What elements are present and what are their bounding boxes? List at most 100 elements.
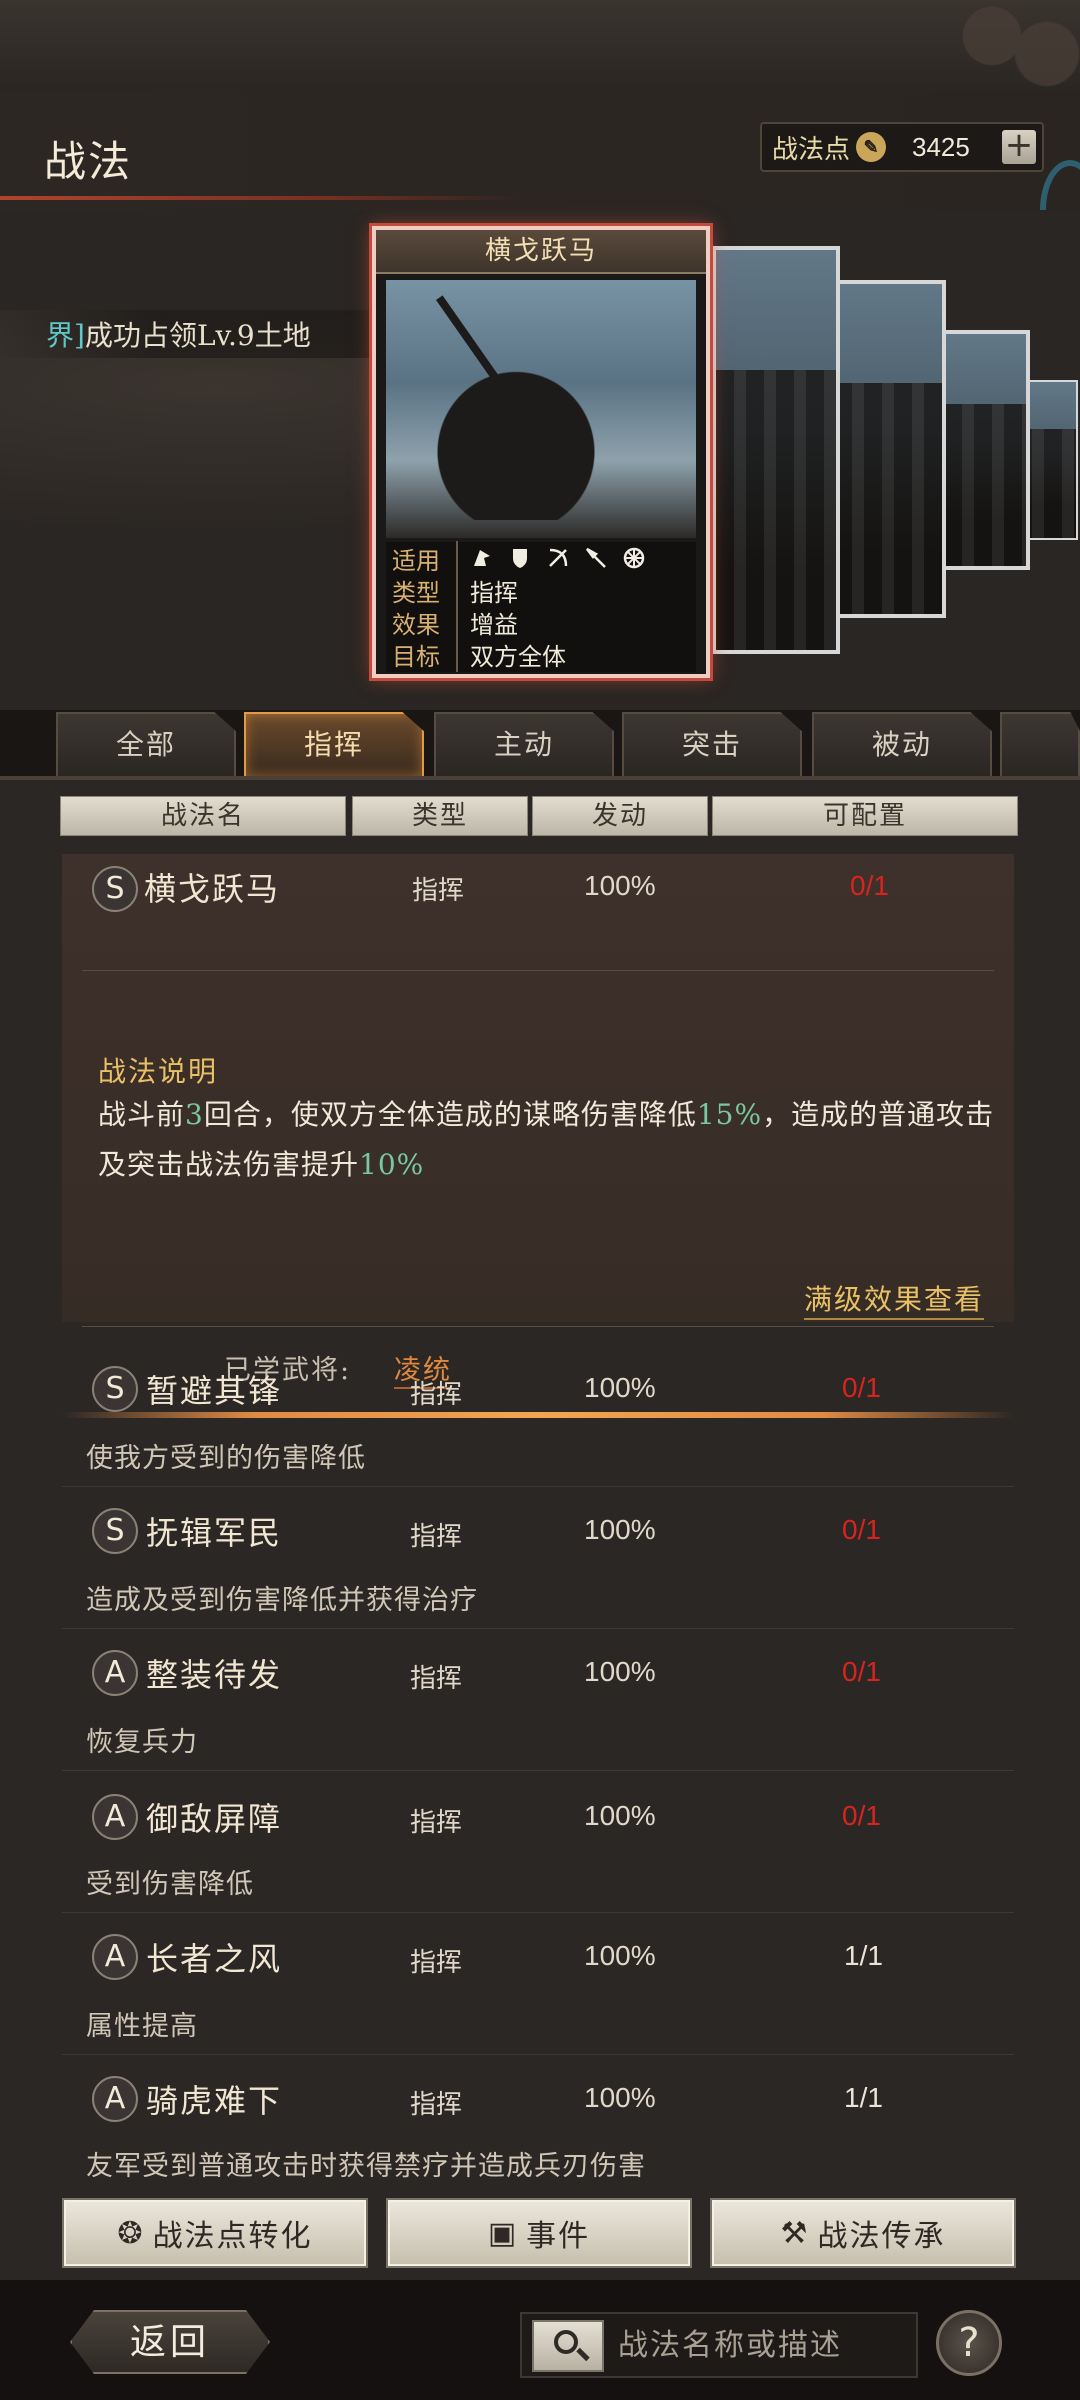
search-input[interactable] [618,2314,908,2376]
skill-type: 指挥 [410,1664,463,1694]
skill-rate: 100% [584,1656,656,1687]
skill-summary: 使我方受到的伤害降低 [86,1443,366,1474]
skill-name: 整装待发 [146,1656,283,1694]
skill-type: 指挥 [410,1948,463,1978]
search-box [520,2312,918,2378]
skill-type: 指挥 [410,1808,463,1838]
feather-coin-icon: ✎ [856,132,887,162]
skill-config: 0/1 [842,1372,881,1403]
skill-rate: 100% [584,2082,656,2113]
card-value: 指挥 [470,578,518,607]
spear-icon [586,547,606,568]
carousel-card[interactable] [712,246,840,654]
card-key: 目标 [386,636,458,672]
search-button[interactable] [532,2320,604,2372]
footer: 返回 ? [0,2280,1080,2400]
card-key: 适用 [386,540,458,576]
unit-icons [458,546,646,570]
tab-assault[interactable]: 突击 [622,712,802,776]
page-title: 战法 [44,137,133,186]
skill-rate: 100% [584,870,656,901]
selected-skill-card[interactable]: 横戈跃马 适用 类型 指挥 效果 增益 目标 双方全体 [372,226,710,678]
skill-config: 1/1 [844,2082,883,2113]
convert-points-button[interactable]: ❂ 战法点转化 [62,2198,368,2268]
card-row-applicable: 适用 [386,540,696,576]
card-row-effect: 效果 增益 [386,604,696,640]
tab-passive[interactable]: 被动 [812,712,992,776]
add-points-button[interactable]: + [1002,128,1036,164]
expanded-skill-row[interactable]: S 横戈跃马 指挥 100% 0/1 战法说明 战斗前3回合，使双方全体造成的谋… [62,854,1014,1418]
alert-icon: ▣ [487,2215,519,2251]
card-row-target: 目标 双方全体 [386,636,696,672]
skill-rate: 100% [584,1800,656,1831]
full-level-effect-link[interactable]: 满级效果查看 [803,1278,984,1320]
skill-summary: 属性提高 [86,2011,198,2042]
skill-config: 0/1 [842,1656,881,1687]
cavalry-icon [474,550,490,566]
card-key: 类型 [386,572,458,608]
title-underline [0,196,520,200]
column-header-name[interactable]: 战法名 [60,796,346,836]
card-value: 双方全体 [470,642,566,671]
points-label: 战法点 [772,134,851,165]
cloud-ornament [860,0,1080,90]
expanded-glow [62,1412,1014,1418]
ticker-prefix: 界] [46,319,85,352]
skill-type: 指挥 [412,876,465,906]
grade-badge: A [92,1794,138,1840]
back-button[interactable]: 返回 [70,2310,270,2374]
action-bar: ❂ 战法点转化 ▣ 事件 ⚒ 战法传承 [0,2190,1080,2280]
card-row-type: 类型 指挥 [386,572,696,608]
skill-summary: 友军受到普通攻击时获得禁疗并造成兵刃伤害 [86,2151,646,2182]
filter-tabs: 全部 指挥 主动 突击 被动 [0,712,1080,778]
description-text: 战斗前3回合，使双方全体造成的谋略伤害降低15%，造成的普通攻击及突击战法伤害提… [98,1098,995,1181]
bow-icon [549,548,568,567]
grade-badge: S [92,1366,138,1412]
skill-config: 0/1 [842,1514,881,1545]
card-illustration [386,280,696,538]
skill-list[interactable]: 战法名 类型 发动 可配置 S 横戈跃马 指挥 100% 0/1 战法说明 战斗… [0,780,1080,2190]
carousel-card[interactable] [830,280,946,618]
ticker-text: 界]成功占领Lv.9土地 [46,314,311,354]
flame-icon: ❂ [117,2215,145,2251]
header: 战法 战法点 ✎ 3425 + [0,90,1080,210]
card-title-bar: 横戈跃马 [376,230,706,274]
skill-name: 御敌屏障 [146,1800,283,1838]
skill-rate: 100% [584,1372,656,1403]
skill-type: 指挥 [410,1522,463,1552]
skill-name: 横戈跃马 [144,870,281,908]
tab-command[interactable]: 指挥 [244,712,424,776]
skill-summary: 恢复兵力 [86,1727,198,1758]
skill-config: 0/1 [842,1800,881,1831]
grade-badge: S [92,866,138,912]
card-key: 效果 [386,604,458,640]
skill-name: 抚辑军民 [146,1514,283,1552]
ticker-message: 成功占领Lv.9土地 [84,319,311,352]
tactic-points-box: 战法点 ✎ 3425 + [760,122,1044,172]
skill-config: 1/1 [844,1940,883,1971]
tab-all[interactable]: 全部 [56,712,236,776]
column-header-trigger[interactable]: 发动 [532,796,708,836]
top-banner [0,0,1080,90]
grade-badge: A [92,1934,138,1980]
description-title: 战法说明 [98,1055,219,1088]
carousel-card[interactable] [940,330,1030,570]
tab-more[interactable] [1000,712,1080,776]
column-header-type[interactable]: 类型 [352,796,528,836]
skill-type: 指挥 [410,1380,463,1410]
tab-active[interactable]: 主动 [434,712,614,776]
grade-badge: A [92,2076,138,2122]
skill-type: 指挥 [410,2090,463,2120]
card-value: 增益 [470,610,518,639]
search-icon [554,2330,578,2354]
help-button[interactable]: ? [936,2310,1002,2376]
card-info: 适用 类型 指挥 效果 增益 目标 双方全体 [386,540,696,672]
skill-name: 暂避其锋 [146,1372,283,1410]
inherit-button[interactable]: ⚒ 战法传承 [710,2198,1016,2268]
column-header-config[interactable]: 可配置 [712,796,1018,836]
wheel-icon [623,547,645,569]
skill-name: 骑虎难下 [146,2082,283,2120]
event-button[interactable]: ▣ 事件 [386,2198,692,2268]
skill-config: 0/1 [850,870,889,901]
skill-summary: 受到伤害降低 [86,1869,254,1900]
